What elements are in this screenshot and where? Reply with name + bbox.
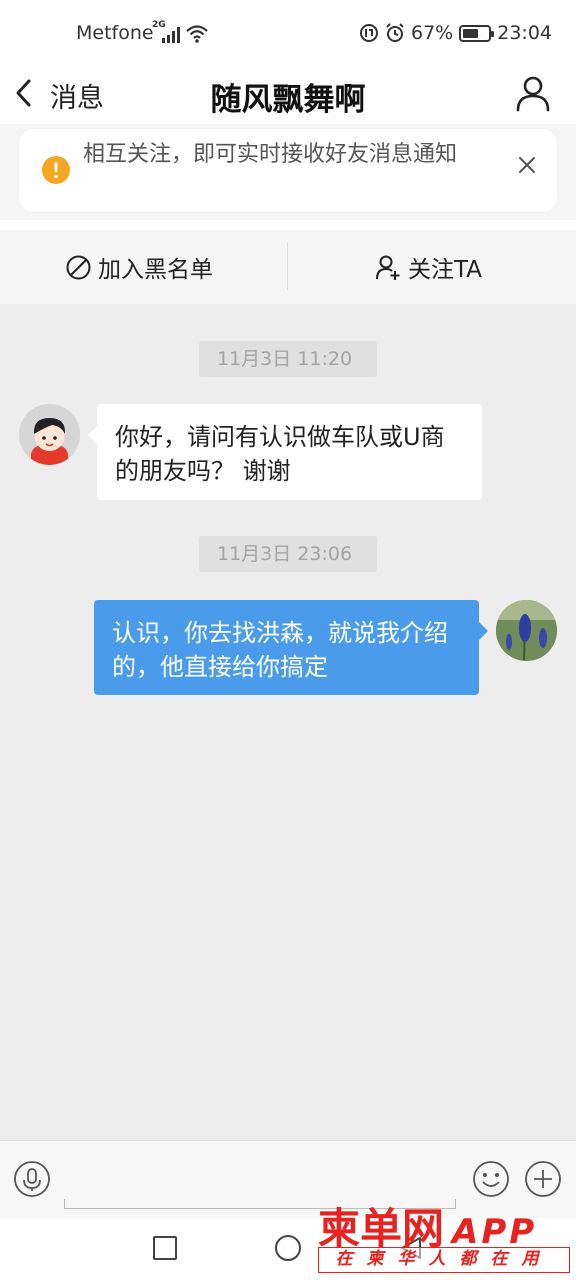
outgoing-message-bubble[interactable]: 认识，你去找洪森，就说我介绍的，他直接给你搞定	[94, 600, 488, 695]
signal-icon	[162, 27, 180, 43]
title-bar: 消息 随风飘舞啊	[0, 70, 576, 120]
blacklist-label: 加入黑名单	[98, 257, 213, 283]
battery-level-fill	[463, 28, 478, 38]
recent-apps-icon[interactable]	[153, 1236, 177, 1260]
close-icon[interactable]	[517, 155, 537, 175]
emoji-icon[interactable]	[472, 1160, 510, 1198]
clock: 23:04	[497, 22, 552, 44]
follow-button[interactable]: 关注TA	[375, 248, 482, 286]
follow-notice-banner: 相互关注，即可实时接收好友消息通知	[19, 129, 557, 212]
flower-photo-avatar-icon	[496, 600, 557, 661]
plus-icon[interactable]	[524, 1160, 562, 1198]
message-timestamp: 11月3日 23:06	[199, 536, 377, 572]
chat-title: 随风飘舞啊	[210, 82, 366, 118]
add-person-icon	[376, 255, 400, 280]
status-bar: Metfone 2G 67% 23:04	[0, 0, 576, 70]
blacklist-button[interactable]: 加入黑名单	[65, 248, 213, 286]
alarm-icon	[386, 23, 404, 42]
watermark-app: APP	[452, 1212, 538, 1252]
microphone-icon[interactable]	[13, 1160, 51, 1198]
cartoon-boy-avatar-icon	[19, 404, 80, 465]
action-divider	[287, 242, 288, 290]
message-timestamp: 11月3日 11:20	[199, 341, 377, 377]
data-saver-icon	[360, 24, 378, 42]
battery-icon	[459, 24, 495, 42]
status-right: 67% 23:04	[359, 22, 552, 44]
battery-percent: 67%	[411, 22, 454, 44]
avatar[interactable]	[496, 600, 557, 661]
home-icon[interactable]	[275, 1235, 301, 1261]
action-bar: 加入黑名单 关注TA	[0, 230, 576, 304]
watermark-slogan: 在柬华人都在用	[318, 1247, 570, 1273]
wifi-icon	[186, 25, 208, 43]
follow-label: 关注TA	[408, 257, 482, 283]
notice-text: 相互关注，即可实时接收好友消息通知	[83, 142, 458, 167]
watermark-logo: 柬单网 APP 在柬华人都在用	[318, 1195, 570, 1277]
warning-icon	[42, 156, 70, 184]
person-outline-icon[interactable]	[514, 74, 552, 112]
avatar[interactable]	[19, 404, 80, 465]
incoming-message-bubble[interactable]: 你好，请问有认识做车队或U商的朋友吗？ 谢谢	[88, 404, 482, 500]
carrier-name: Metfone	[76, 22, 154, 44]
block-icon	[66, 255, 91, 279]
